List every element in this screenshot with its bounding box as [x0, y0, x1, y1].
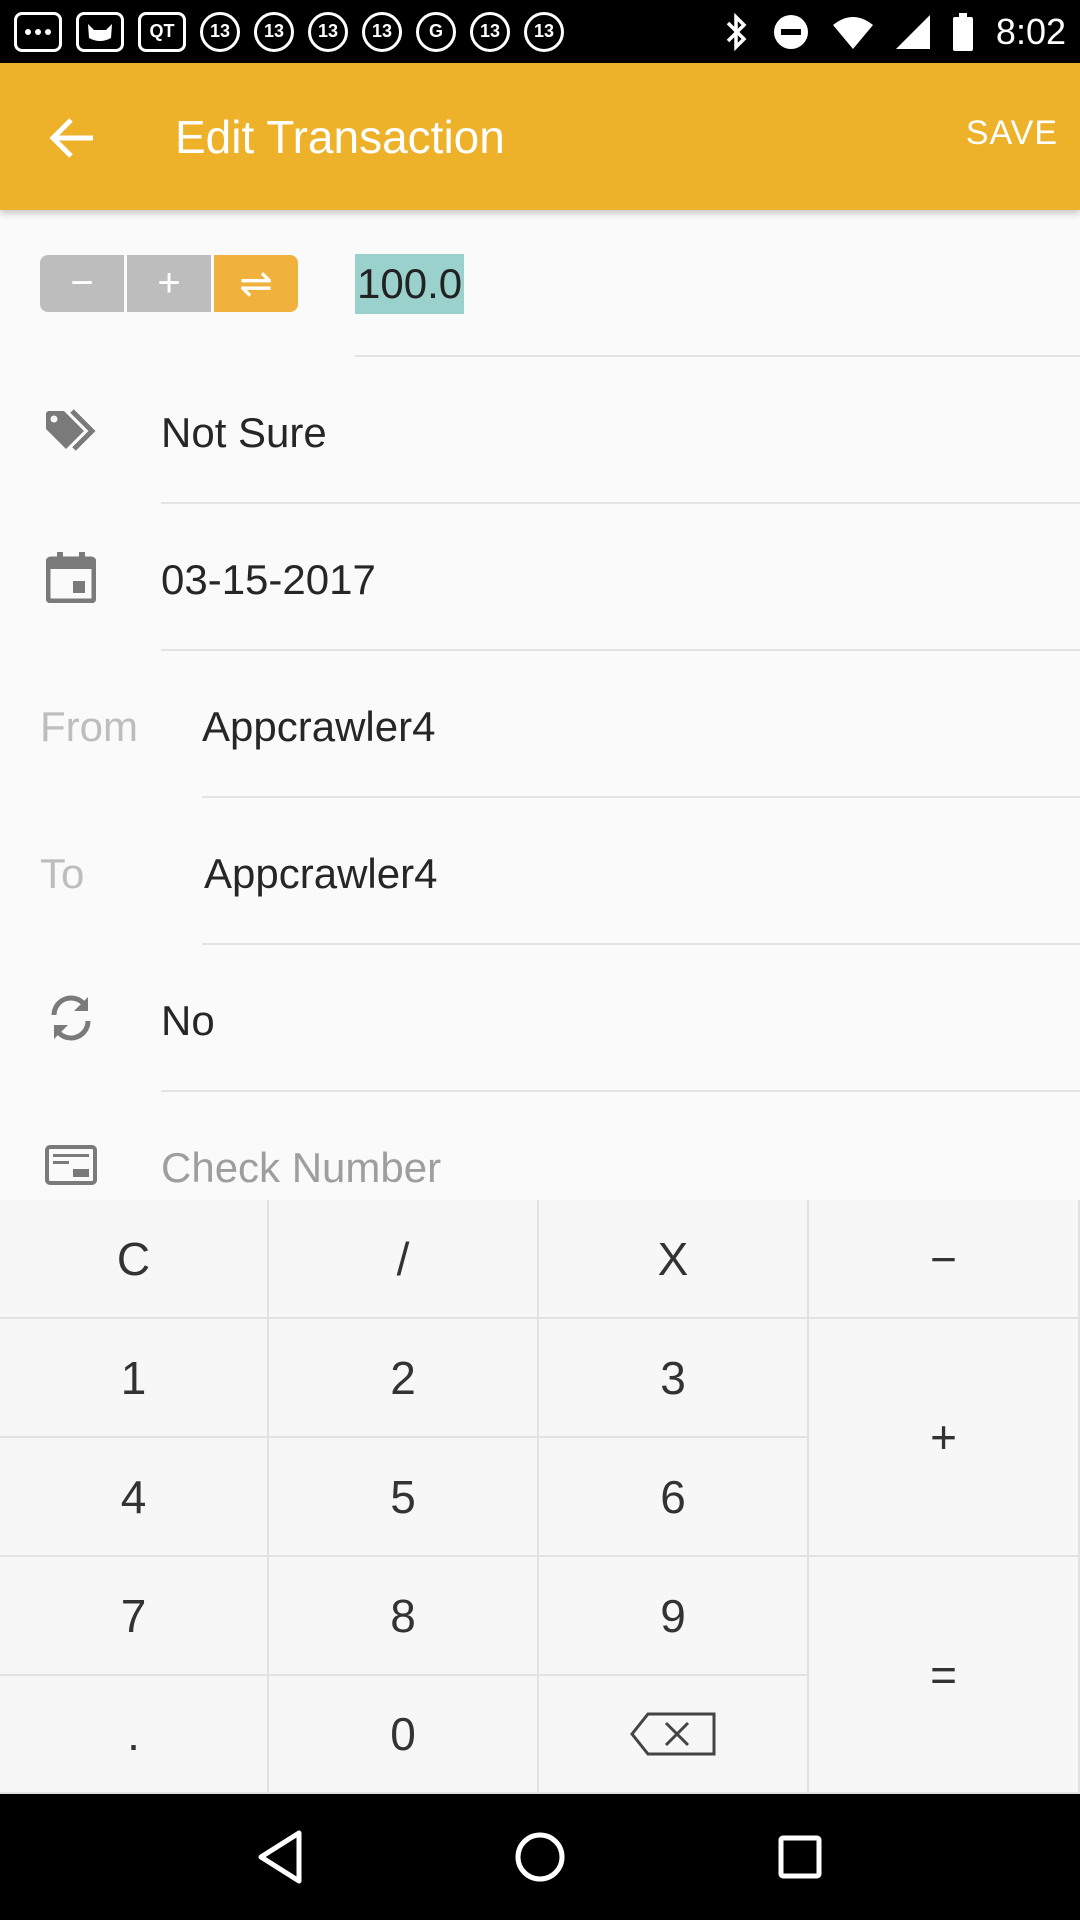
notification-icons: QT 13 13 13 13 G 13 13 [14, 11, 564, 52]
sms-icon [14, 11, 62, 52]
sync-icon [44, 991, 98, 1045]
amount-field[interactable]: 100.0 [355, 254, 465, 314]
arrow-back-icon [49, 118, 93, 158]
tag-icon [44, 404, 98, 458]
abc13-icon: 13 [200, 11, 240, 52]
transfer-toggle-button[interactable]: ⇌ [214, 255, 298, 312]
key-decimal[interactable]: . [0, 1676, 269, 1794]
date-field[interactable]: 03-15-2017 [161, 556, 376, 604]
check-number-field[interactable]: Check Number [161, 1144, 441, 1192]
key-plus[interactable]: + [809, 1319, 1080, 1557]
to-account-field[interactable]: Appcrawler4 [204, 850, 437, 898]
system-status: 8:02 [724, 11, 1066, 53]
wifi-icon [832, 16, 873, 49]
category-field[interactable]: Not Sure [161, 409, 327, 457]
to-label: To [40, 850, 85, 897]
abc13-icon: 13 [470, 11, 510, 52]
clock: 8:02 [995, 10, 1066, 52]
income-toggle-button[interactable]: + [127, 255, 211, 312]
navigation-bar [0, 1794, 1080, 1920]
abc13-icon: 13 [524, 11, 564, 52]
circle-home-icon [515, 1832, 565, 1882]
key-equals[interactable]: = [809, 1557, 1080, 1794]
key-1[interactable]: 1 [0, 1319, 269, 1438]
save-button[interactable]: SAVE [966, 114, 1058, 153]
key-minus[interactable]: − [809, 1200, 1080, 1319]
divider [355, 355, 1080, 357]
key-4[interactable]: 4 [0, 1438, 269, 1557]
page-title: Edit Transaction [175, 111, 505, 163]
divider [202, 796, 1080, 798]
abc13-icon: 13 [254, 11, 294, 52]
divider [161, 1090, 1080, 1092]
nav-recents-button[interactable] [760, 1817, 840, 1897]
check-icon [44, 1138, 98, 1192]
transaction-type-toggle: − + ⇌ [40, 255, 298, 312]
app-bar: Edit Transaction SAVE [0, 63, 1080, 210]
calculator-keypad: C / X − 1 2 3 + 4 5 6 7 8 9 = . 0 [0, 1200, 1080, 1794]
backspace-icon [630, 1712, 716, 1756]
signal-icon [895, 14, 930, 49]
from-account-field[interactable]: Appcrawler4 [202, 703, 435, 751]
key-2[interactable]: 2 [269, 1319, 539, 1438]
status-bar: QT 13 13 13 13 G 13 13 8:02 [0, 0, 1080, 63]
battery-icon [952, 12, 973, 51]
divider [161, 502, 1080, 504]
dnd-icon [773, 14, 808, 49]
key-9[interactable]: 9 [539, 1557, 809, 1676]
divider [202, 943, 1080, 945]
abc13-icon: 13 [362, 11, 402, 52]
key-clear[interactable]: C [0, 1200, 269, 1319]
triangle-back-icon [258, 1830, 302, 1884]
key-divide[interactable]: / [269, 1200, 539, 1319]
abc13-icon: 13 [308, 11, 348, 52]
key-8[interactable]: 8 [269, 1557, 539, 1676]
g-icon: G [416, 11, 456, 52]
back-button[interactable] [36, 103, 106, 173]
divider [161, 649, 1080, 651]
key-7[interactable]: 7 [0, 1557, 269, 1676]
recurring-field[interactable]: No [161, 997, 215, 1045]
qt-icon: QT [138, 11, 186, 52]
square-recents-icon [778, 1835, 822, 1879]
bluetooth-icon [726, 12, 747, 51]
key-0[interactable]: 0 [269, 1676, 539, 1794]
from-label: From [40, 703, 138, 750]
key-3[interactable]: 3 [539, 1319, 809, 1438]
nav-home-button[interactable] [500, 1817, 580, 1897]
cat-icon [76, 11, 124, 52]
key-backspace[interactable] [539, 1676, 809, 1794]
key-multiply[interactable]: X [539, 1200, 809, 1319]
key-5[interactable]: 5 [269, 1438, 539, 1557]
calendar-icon [44, 550, 98, 604]
nav-back-button[interactable] [240, 1817, 320, 1897]
expense-toggle-button[interactable]: − [40, 255, 124, 312]
key-6[interactable]: 6 [539, 1438, 809, 1557]
